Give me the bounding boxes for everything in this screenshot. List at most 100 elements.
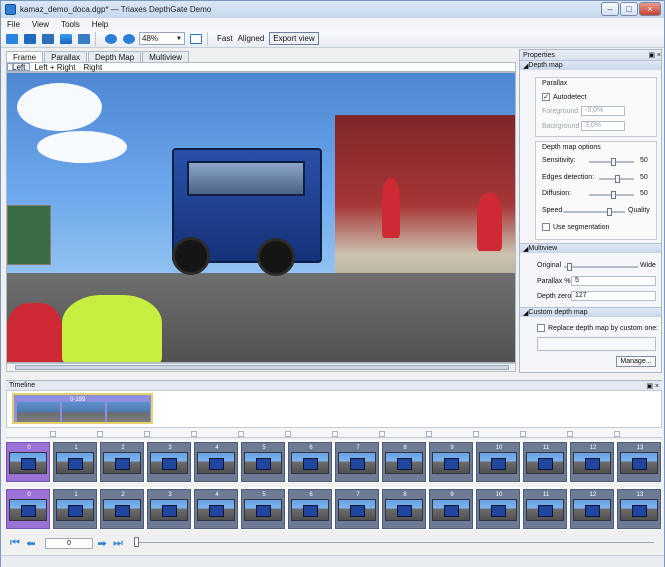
multiview-section[interactable]: ◢ Multiview — [520, 243, 661, 253]
segmentation-checkbox[interactable]: Use segmentation — [542, 223, 609, 231]
custom-depth-select[interactable] — [537, 337, 656, 351]
foreground-input[interactable]: -3,0% — [581, 106, 625, 116]
frame-thumbnail[interactable]: 4 — [194, 442, 238, 482]
background-input[interactable]: 3,0% — [581, 121, 625, 131]
sensitivity-slider[interactable] — [589, 158, 634, 166]
aligned-button[interactable]: Aligned — [238, 34, 265, 43]
keyframe-marker[interactable] — [332, 431, 338, 437]
timeline-slider-knob[interactable] — [134, 537, 139, 547]
menu-view[interactable]: View — [26, 20, 55, 29]
frame-thumbnail[interactable]: 1 — [53, 489, 97, 529]
keyframe-marker[interactable] — [238, 431, 244, 437]
replace-depth-checkbox[interactable]: Replace depth map by custom one: — [537, 324, 658, 332]
tab-depth-map[interactable]: Depth Map — [88, 51, 142, 62]
current-frame-input[interactable]: 0 — [45, 537, 93, 549]
new-project-button[interactable] — [4, 32, 19, 46]
frame-thumbnail[interactable]: 8 — [382, 442, 426, 482]
fit-view-button[interactable] — [188, 32, 203, 46]
frame-thumbnail[interactable]: 10 — [476, 442, 520, 482]
depth-map-section[interactable]: ◢ Depth map — [520, 60, 661, 70]
view-3d-button[interactable] — [58, 32, 73, 46]
last-frame-button[interactable]: ⏭ — [111, 537, 125, 549]
frame-thumbnail[interactable]: 6 — [288, 442, 332, 482]
frame-thumbnail[interactable]: 11 — [523, 489, 567, 529]
slider-knob[interactable] — [615, 175, 620, 183]
frame-thumbnail[interactable]: 12 — [570, 489, 614, 529]
menu-tools[interactable]: Tools — [55, 20, 86, 29]
frame-thumbnail[interactable]: 10 — [476, 489, 520, 529]
panel-buttons[interactable]: ▣ × — [646, 382, 659, 390]
minimize-button[interactable]: – — [601, 2, 619, 16]
tab-right[interactable]: Right — [79, 63, 106, 72]
frame-thumbnail[interactable]: 9 — [429, 442, 473, 482]
manage-button[interactable]: Manage... — [616, 356, 656, 367]
frame-viewer[interactable] — [6, 72, 516, 363]
frame-thumbnail[interactable]: 1 — [53, 442, 97, 482]
export-view-button[interactable]: Export view — [269, 32, 319, 45]
keyframe-marker[interactable] — [191, 431, 197, 437]
frame-thumbnail[interactable]: 0 — [6, 442, 50, 482]
frame-thumbnail[interactable]: 3 — [147, 489, 191, 529]
keyframe-marker[interactable] — [144, 431, 150, 437]
timeline-slider[interactable] — [134, 537, 654, 547]
frame-thumbnail[interactable]: 8 — [382, 489, 426, 529]
frame-thumbnail[interactable]: 13 — [617, 442, 661, 482]
tab-left-right[interactable]: Left + Right — [30, 63, 79, 72]
slider-knob[interactable] — [567, 263, 572, 271]
zoom-out-button[interactable] — [121, 32, 136, 46]
tab-multiview[interactable]: Multiview — [142, 51, 190, 62]
frame-thumbnail[interactable]: 11 — [523, 442, 567, 482]
tab-parallax[interactable]: Parallax — [44, 51, 88, 62]
frame-thumbnail[interactable]: 2 — [100, 489, 144, 529]
close-button[interactable]: × — [639, 2, 661, 16]
frame-thumbnail[interactable]: 4 — [194, 489, 238, 529]
menu-file[interactable]: File — [1, 20, 26, 29]
speed-quality-slider[interactable] — [563, 208, 625, 216]
frame-thumbnail[interactable]: 0 — [6, 489, 50, 529]
frame-thumbnail[interactable]: 13 — [617, 489, 661, 529]
frame-thumbnail[interactable]: 12 — [570, 442, 614, 482]
maximize-button[interactable]: □ — [620, 2, 638, 16]
multiview-slider[interactable] — [564, 263, 638, 271]
menu-help[interactable]: Help — [86, 20, 114, 29]
open-project-button[interactable] — [22, 32, 37, 46]
diffusion-slider[interactable] — [589, 191, 634, 199]
slider-knob[interactable] — [611, 158, 616, 166]
frame-thumbnail[interactable]: 7 — [335, 442, 379, 482]
keyframe-marker[interactable] — [50, 431, 56, 437]
frame-thumbnail[interactable]: 2 — [100, 442, 144, 482]
autodetect-checkbox[interactable]: ✓ Autodetect — [542, 93, 586, 101]
zoom-select[interactable]: 48% ▼ — [139, 32, 185, 45]
clip-item[interactable]: 0-199 — [12, 393, 153, 424]
keyframe-marker[interactable] — [379, 431, 385, 437]
keyframe-marker[interactable] — [520, 431, 526, 437]
keyframe-marker[interactable] — [473, 431, 479, 437]
keyframe-marker[interactable] — [285, 431, 291, 437]
frame-thumbnail[interactable]: 5 — [241, 489, 285, 529]
depth-zero-input[interactable]: 127 — [571, 291, 656, 301]
previous-frame-button[interactable]: ⬅ — [24, 538, 38, 550]
keyframe-marker[interactable] — [97, 431, 103, 437]
frame-thumbnail[interactable]: 7 — [335, 489, 379, 529]
frame-thumbnail[interactable]: 5 — [241, 442, 285, 482]
keyframe-marker[interactable] — [614, 431, 620, 437]
tab-left[interactable]: Left — [7, 63, 31, 72]
next-frame-button[interactable]: ➡ — [95, 538, 109, 550]
viewer-scrollbar[interactable] — [6, 363, 516, 372]
first-frame-button[interactable]: ⏮ — [8, 537, 22, 549]
frame-thumbnail[interactable]: 9 — [429, 489, 473, 529]
panel-buttons[interactable]: ▣ × — [648, 51, 661, 59]
save-project-button[interactable] — [40, 32, 55, 46]
slider-knob[interactable] — [607, 208, 612, 216]
frame-thumbnail[interactable]: 6 — [288, 489, 332, 529]
parallax-percent-input[interactable]: 5 — [571, 276, 656, 286]
zoom-in-button[interactable] — [103, 32, 118, 46]
slider-knob[interactable] — [611, 191, 616, 199]
edges-slider[interactable] — [599, 175, 634, 183]
scroll-thumb[interactable] — [15, 365, 509, 370]
keyframe-marker[interactable] — [426, 431, 432, 437]
frames-button[interactable] — [76, 32, 91, 46]
tab-frame[interactable]: Frame — [6, 51, 44, 62]
fast-button[interactable]: Fast — [217, 34, 233, 43]
keyframe-marker[interactable] — [567, 431, 573, 437]
